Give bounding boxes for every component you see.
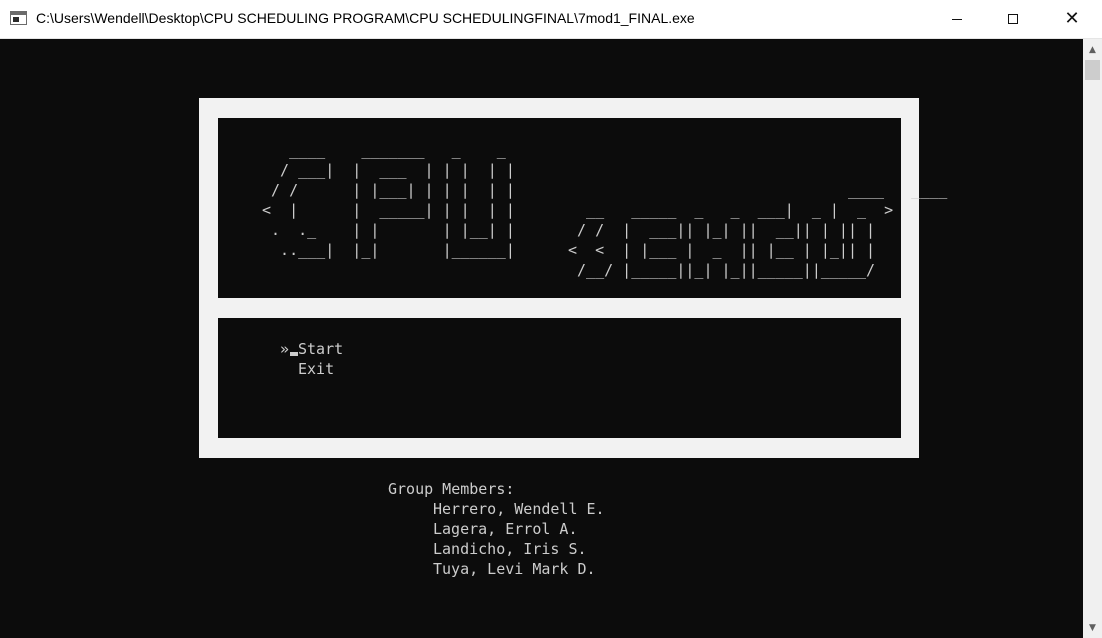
group-members-heading: Group Members: bbox=[388, 480, 515, 498]
text-cursor bbox=[290, 352, 298, 356]
scroll-thumb[interactable] bbox=[1085, 60, 1100, 80]
vertical-scrollbar[interactable]: ▲ ▼ bbox=[1083, 39, 1102, 638]
member-item: Herrero, Wendell E. bbox=[433, 500, 605, 518]
scroll-up-icon[interactable]: ▲ bbox=[1083, 41, 1102, 58]
sched-ascii-logo: ____ ____ __ _____ _ _ ___| _ | _ > / / … bbox=[568, 181, 948, 279]
scroll-down-icon[interactable]: ▼ bbox=[1083, 619, 1102, 636]
member-item: Tuya, Levi Mark D. bbox=[433, 560, 596, 578]
maximize-icon bbox=[1008, 14, 1018, 24]
close-button[interactable]: ✕ bbox=[1043, 0, 1101, 38]
title-bar[interactable]: C:\Users\Wendell\Desktop\CPU SCHEDULING … bbox=[0, 0, 1102, 39]
menu-pointer-icon: » bbox=[280, 340, 290, 358]
close-icon: ✕ bbox=[1064, 8, 1080, 29]
console-app-icon[interactable] bbox=[10, 11, 27, 25]
menu-item-exit[interactable]: Exit bbox=[298, 359, 334, 379]
minimize-button[interactable] bbox=[928, 0, 986, 38]
menu-item-start[interactable]: Start bbox=[298, 339, 343, 359]
member-item: Landicho, Iris S. bbox=[433, 540, 587, 558]
cpu-ascii-logo: ____ _______ _ _ / ___| | ___ | | | | | … bbox=[262, 141, 515, 259]
maximize-button[interactable] bbox=[984, 0, 1042, 38]
minimize-icon bbox=[952, 18, 962, 20]
window-title: C:\Users\Wendell\Desktop\CPU SCHEDULING … bbox=[36, 10, 695, 26]
member-item: Lagera, Errol A. bbox=[433, 520, 578, 538]
